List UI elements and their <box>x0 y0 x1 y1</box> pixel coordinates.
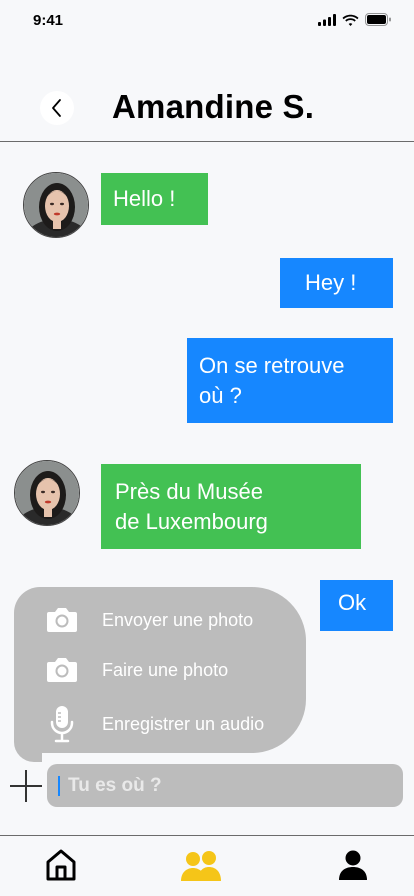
status-time: 9:41 <box>33 12 64 29</box>
contact-name: Amandine S. <box>112 88 315 125</box>
chat-header: Amandine S. <box>0 70 414 142</box>
menu-item-record-audio[interactable]: Enregistrer un audio <box>44 705 264 743</box>
status-icons <box>318 13 392 26</box>
users-icon <box>181 851 221 881</box>
attach-button[interactable] <box>8 768 44 804</box>
tab-profile[interactable] <box>336 848 370 882</box>
menu-item-label: Envoyer une photo <box>102 609 254 630</box>
signal-icon <box>318 13 336 26</box>
back-button[interactable] <box>40 91 74 125</box>
camera-icon <box>47 608 77 632</box>
message-text: Hello ! <box>113 186 176 211</box>
menu-item-label: Faire une photo <box>102 659 229 680</box>
user-icon <box>339 850 367 880</box>
text-caret <box>58 775 60 796</box>
message-bubble-outgoing[interactable]: On se retrouve où ? <box>187 338 393 423</box>
message-bubble-incoming[interactable]: Hello ! <box>101 173 208 225</box>
contact-avatar[interactable] <box>14 460 80 526</box>
chevron-left-icon <box>52 99 61 117</box>
message-bubble-incoming[interactable]: Près du Musée de Luxembourg <box>101 464 361 549</box>
message-text-line: où ? <box>199 382 242 408</box>
tab-contacts[interactable] <box>178 848 226 882</box>
battery-icon <box>365 13 391 26</box>
home-icon <box>46 849 76 881</box>
message-bubble-outgoing[interactable]: Hey ! <box>280 258 393 308</box>
message-input-placeholder: Tu es où ? <box>68 774 162 796</box>
message-bubble-outgoing[interactable]: Ok <box>320 580 393 631</box>
menu-item-label: Enregistrer un audio <box>102 713 265 734</box>
menu-item-take-photo[interactable]: Faire une photo <box>44 656 228 684</box>
microphone-icon <box>50 706 74 743</box>
message-text: Ok <box>338 590 367 615</box>
attach-menu: Envoyer une photo Faire une photo Enregi… <box>14 587 306 753</box>
tab-bar <box>0 835 414 896</box>
message-text-line: On se retrouve <box>199 352 345 378</box>
message-text-line: Près du Musée <box>115 478 263 504</box>
contact-avatar[interactable] <box>23 172 89 238</box>
message-text: Hey ! <box>305 270 357 295</box>
message-input[interactable]: Tu es où ? <box>47 764 403 807</box>
plus-icon <box>10 770 42 802</box>
status-bar: 9:41 <box>0 0 414 44</box>
menu-item-send-photo[interactable]: Envoyer une photo <box>44 606 253 634</box>
wifi-icon <box>342 14 359 26</box>
camera-icon <box>47 658 77 682</box>
tab-home[interactable] <box>44 848 78 882</box>
message-text-line: de Luxembourg <box>115 508 268 534</box>
